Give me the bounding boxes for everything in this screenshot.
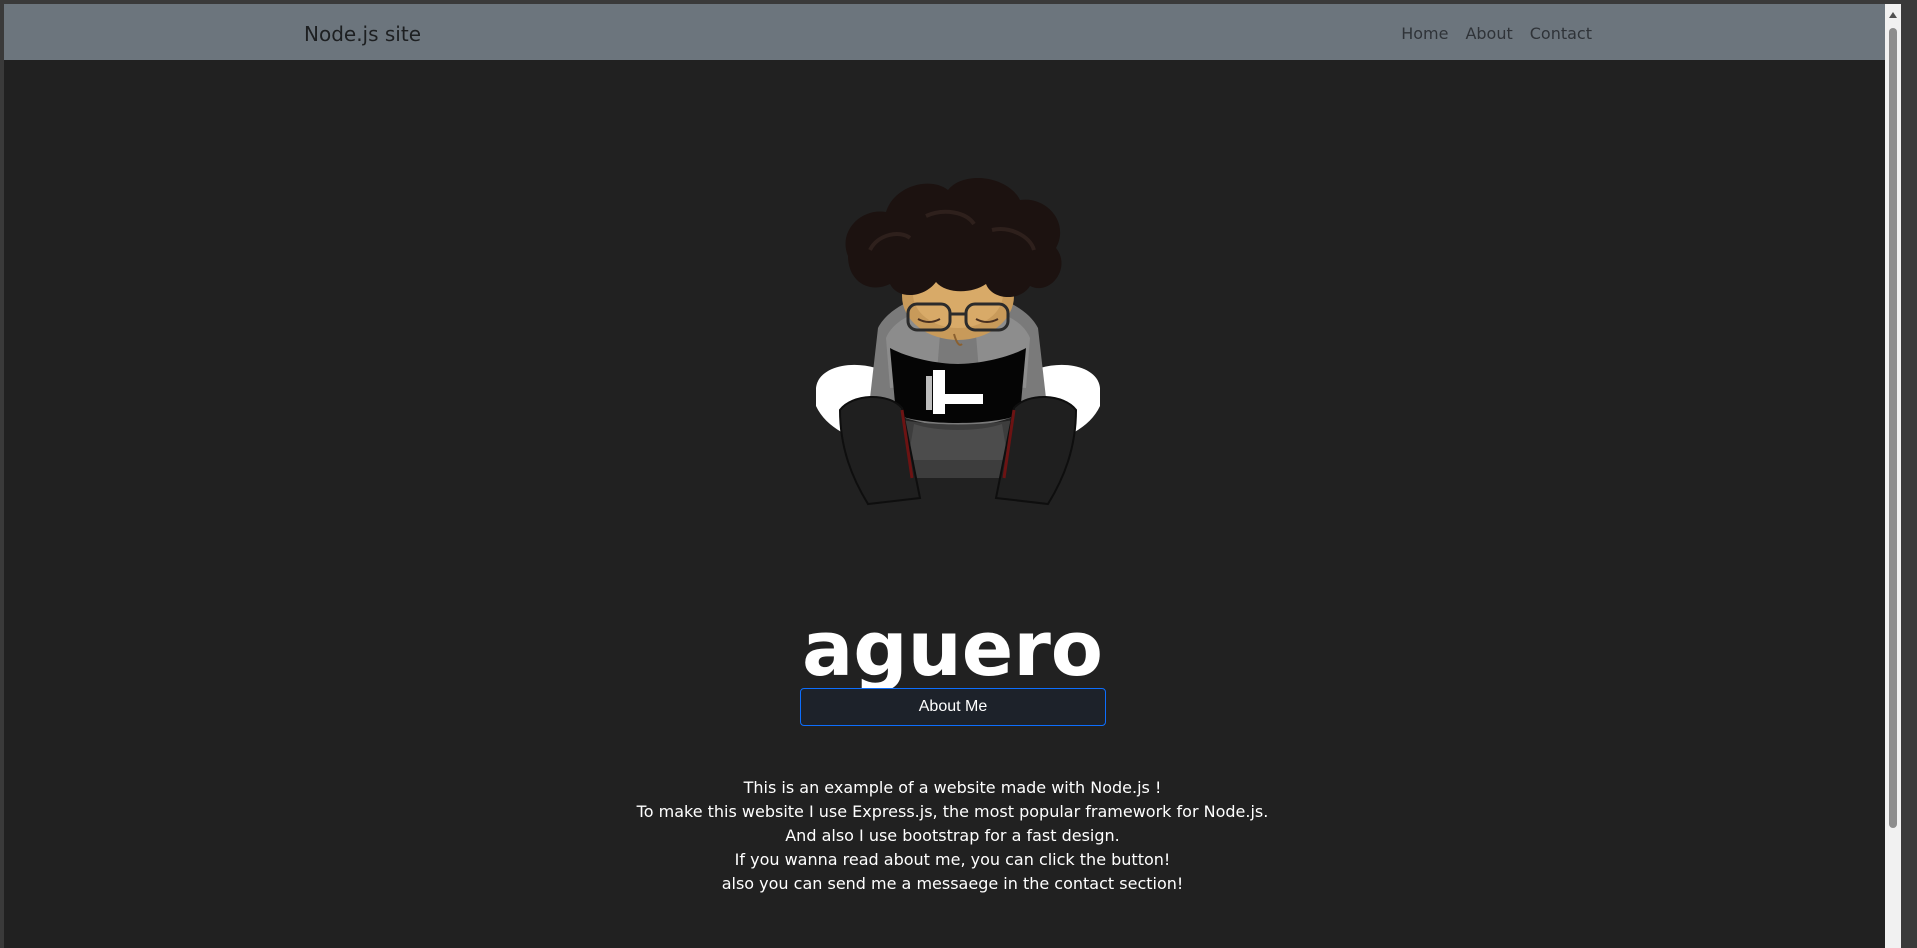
scrollbar-thumb[interactable] [1889, 28, 1897, 828]
intro-line: And also I use bootstrap for a fast desi… [785, 826, 1120, 845]
intro-line: This is an example of a website made wit… [743, 778, 1162, 797]
avatar-illustration [816, 177, 1100, 506]
scroll-up-arrow-icon[interactable] [1889, 12, 1897, 18]
nav-link-home[interactable]: Home [1401, 24, 1448, 43]
page-title: aguero [801, 603, 1104, 693]
nav-link-about[interactable]: About [1465, 24, 1512, 43]
vertical-scrollbar[interactable] [1885, 4, 1901, 948]
intro-line: If you wanna read about me, you can clic… [734, 850, 1171, 869]
intro-text: This is an example of a website made wit… [4, 776, 1901, 896]
navbar-brand[interactable]: Node.js site [304, 22, 421, 46]
about-me-button[interactable]: About Me [800, 688, 1106, 726]
nav-link-contact[interactable]: Contact [1530, 24, 1592, 43]
intro-line: also you can send me a messaege in the c… [721, 874, 1184, 893]
intro-line: To make this website I use Express.js, t… [636, 802, 1269, 821]
navbar-links: Home About Contact [1401, 24, 1592, 43]
navbar: Node.js site Home About Contact [4, 4, 1901, 60]
browser-viewport: Node.js site Home About Contact aguero A… [4, 4, 1901, 948]
avatar [808, 177, 1108, 508]
